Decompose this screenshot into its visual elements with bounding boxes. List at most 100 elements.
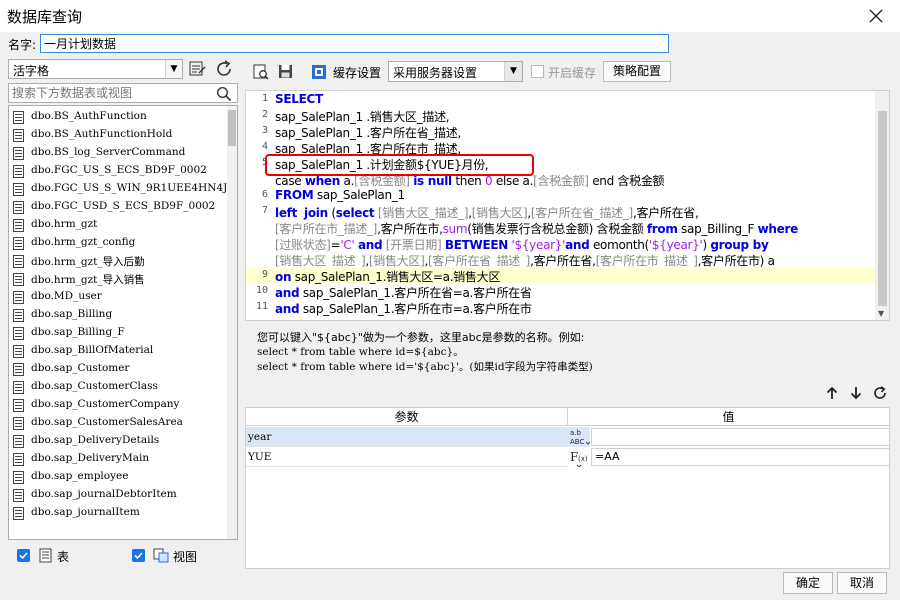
- sql-editor[interactable]: 1 SELECT 2 sap_SalePlan_1 .销售大区_描述, 3 sap_S…: [245, 90, 890, 321]
- window-title: 数据库查询: [7, 8, 83, 26]
- list-item-label: dbo.BS_AuthFunction: [31, 110, 147, 122]
- list-item[interactable]: dbo.sap_Billing_F: [9, 324, 227, 342]
- edit-datasource-icon[interactable]: [187, 59, 209, 79]
- param-value-input[interactable]: [591, 428, 890, 446]
- list-item[interactable]: dbo.sap_CustomerCompany: [9, 396, 227, 414]
- list-item[interactable]: dbo.sap_BillOfMaterial: [9, 342, 227, 360]
- svg-text:a.b: a.b: [570, 429, 582, 437]
- list-item[interactable]: dbo.FGC_USD_S_ECS_BD9F_0002: [9, 198, 227, 216]
- list-item-label: dbo.MD_user: [31, 290, 102, 302]
- list-item[interactable]: dbo.sap_DeliveryMain: [9, 450, 227, 468]
- chevron-down-icon[interactable]: ▼: [504, 62, 522, 81]
- list-item[interactable]: dbo.hrm_gzt_config: [9, 234, 227, 252]
- table-icon: [13, 507, 24, 520]
- code-line-current: 9 on sap_SalePlan_1.销售大区=a.销售大区: [246, 267, 876, 284]
- table-checkbox-label: 表: [57, 550, 70, 564]
- list-item[interactable]: dbo.hrm_gzt_导入后勤: [9, 252, 227, 270]
- formula-type-icon[interactable]: F (x): [568, 447, 590, 467]
- list-item[interactable]: dbo.sap_journalItem: [9, 504, 227, 522]
- highlight-box: [265, 154, 534, 176]
- list-item[interactable]: dbo.sap_employee: [9, 468, 227, 486]
- hint-line-3: select * from table where id='${abc}'。(如…: [257, 361, 593, 373]
- table-icon: [13, 237, 24, 250]
- enable-cache-checkbox[interactable]: [531, 65, 544, 78]
- table-row: year a.b ABC: [246, 427, 891, 447]
- list-item-label: dbo.BS_log_ServerCommand: [31, 146, 186, 158]
- list-item-label: dbo.sap_CustomerCompany: [31, 398, 180, 410]
- search-input[interactable]: [9, 84, 209, 102]
- table-icon: [13, 219, 24, 232]
- close-icon[interactable]: [866, 6, 886, 26]
- editor-scrollbar[interactable]: ▼: [875, 91, 889, 320]
- table-icon: [39, 548, 52, 563]
- list-item[interactable]: dbo.sap_CustomerSalesArea: [9, 414, 227, 432]
- list-item[interactable]: dbo.hrm_gzt_导入销售: [9, 270, 227, 288]
- refresh-icon[interactable]: [214, 59, 236, 79]
- list-item[interactable]: dbo.sap_CustomerClass: [9, 378, 227, 396]
- list-item[interactable]: dbo.hrm_gzt: [9, 216, 227, 234]
- list-item-label: dbo.sap_BillOfMaterial: [31, 344, 154, 356]
- list-item[interactable]: dbo.sap_journalDebtorItem: [9, 486, 227, 504]
- table-icon: [13, 201, 24, 214]
- list-item[interactable]: dbo.BS_AuthFunctionHold: [9, 126, 227, 144]
- list-item-label: dbo.sap_Billing: [31, 308, 113, 320]
- table-icon: [13, 147, 24, 160]
- title-bar: 数据库查询: [0, 0, 900, 32]
- chevron-down-icon[interactable]: ▼: [165, 60, 182, 78]
- cache-mode-select[interactable]: 采用服务器设置 ▼: [388, 61, 523, 82]
- list-item-label: dbo.BS_AuthFunctionHold: [31, 128, 173, 140]
- save-icon[interactable]: [277, 63, 295, 81]
- list-item[interactable]: dbo.FGC_US_S_WIN_9R1UEE4HN4J: [9, 180, 227, 198]
- list-item[interactable]: dbo.sap_Customer: [9, 360, 227, 378]
- filter-row: 表 视图: [7, 544, 239, 568]
- list-item-label: dbo.hrm_gzt_config: [31, 236, 136, 248]
- table-search[interactable]: [8, 83, 238, 103]
- table-checkbox[interactable]: [17, 549, 30, 562]
- list-scrollbar[interactable]: [227, 106, 237, 539]
- list-item-label: dbo.sap_journalDebtorItem: [31, 488, 177, 500]
- list-item-label: dbo.sap_CustomerSalesArea: [31, 416, 183, 428]
- table-icon: [13, 453, 24, 466]
- table-icon: [13, 345, 24, 358]
- strategy-config-button[interactable]: 策略配置: [603, 61, 671, 82]
- text-type-icon[interactable]: a.b ABC: [568, 427, 590, 447]
- table-icon: [13, 435, 24, 448]
- table-icon: [13, 309, 24, 322]
- table-list[interactable]: dbo.BS_AuthFunction dbo.BS_AuthFunctionHo…: [8, 105, 238, 540]
- table-icon: [13, 255, 24, 268]
- code-line: 11 and sap_SalePlan_1.客户所在市=a.客户所在市: [255, 301, 532, 316]
- list-item[interactable]: dbo.BS_log_ServerCommand: [9, 144, 227, 162]
- ok-button[interactable]: 确定: [783, 572, 833, 594]
- list-item[interactable]: dbo.BS_AuthFunction: [9, 108, 227, 126]
- code-line: [过账状态]='C' and [开票日期] BETWEEN '${year}'a…: [275, 238, 769, 252]
- column-header-value: 值: [568, 408, 889, 426]
- refresh-icon[interactable]: [873, 386, 887, 400]
- cache-icon[interactable]: [310, 63, 328, 81]
- list-item[interactable]: dbo.MD_user: [9, 288, 227, 306]
- table-icon: [13, 129, 24, 142]
- name-input[interactable]: [40, 34, 669, 53]
- view-icon: [153, 548, 169, 563]
- code-line: 6 FROM sap_SalePlan_1: [261, 188, 405, 202]
- search-icon[interactable]: [216, 86, 232, 102]
- arrow-up-icon[interactable]: [825, 386, 839, 400]
- list-item[interactable]: dbo.sap_DeliveryDetails: [9, 432, 227, 450]
- cache-mode-value: 采用服务器设置: [393, 66, 478, 80]
- cancel-button[interactable]: 取消: [837, 572, 887, 594]
- code-line: [客户所在市_描述_],客户所在市,sum(销售发票行含税总金额) 含税金额 f…: [275, 222, 798, 236]
- right-panel: 缓存设置 采用服务器设置 ▼ 开启缓存 策略配置 1 SELECT 2 sap_Sa…: [245, 58, 895, 569]
- list-item-label: dbo.sap_Customer: [31, 362, 130, 374]
- code-line: 3 sap_SalePlan_1 .客户所在省_描述,: [261, 125, 462, 140]
- list-item[interactable]: dbo.sap_Billing: [9, 306, 227, 324]
- datasource-combo[interactable]: 活字格 ▼: [8, 59, 183, 79]
- svg-text:(x): (x): [578, 455, 588, 463]
- list-item[interactable]: dbo.FGC_US_S_ECS_BD9F_0002: [9, 162, 227, 180]
- param-value-input[interactable]: =AA: [591, 448, 890, 466]
- preview-icon[interactable]: [252, 63, 270, 81]
- table-icon: [13, 471, 24, 484]
- code-line: 10 and sap_SalePlan_1.客户所在省=a.客户所在省: [255, 285, 532, 300]
- code-line: [销售大区_描述_],[销售大区],[客户所在省_描述_],客户所在省,[客户所…: [275, 254, 775, 268]
- list-item-label: dbo.sap_DeliveryDetails: [31, 434, 160, 446]
- arrow-down-icon[interactable]: [849, 386, 863, 400]
- view-checkbox[interactable]: [132, 549, 145, 562]
